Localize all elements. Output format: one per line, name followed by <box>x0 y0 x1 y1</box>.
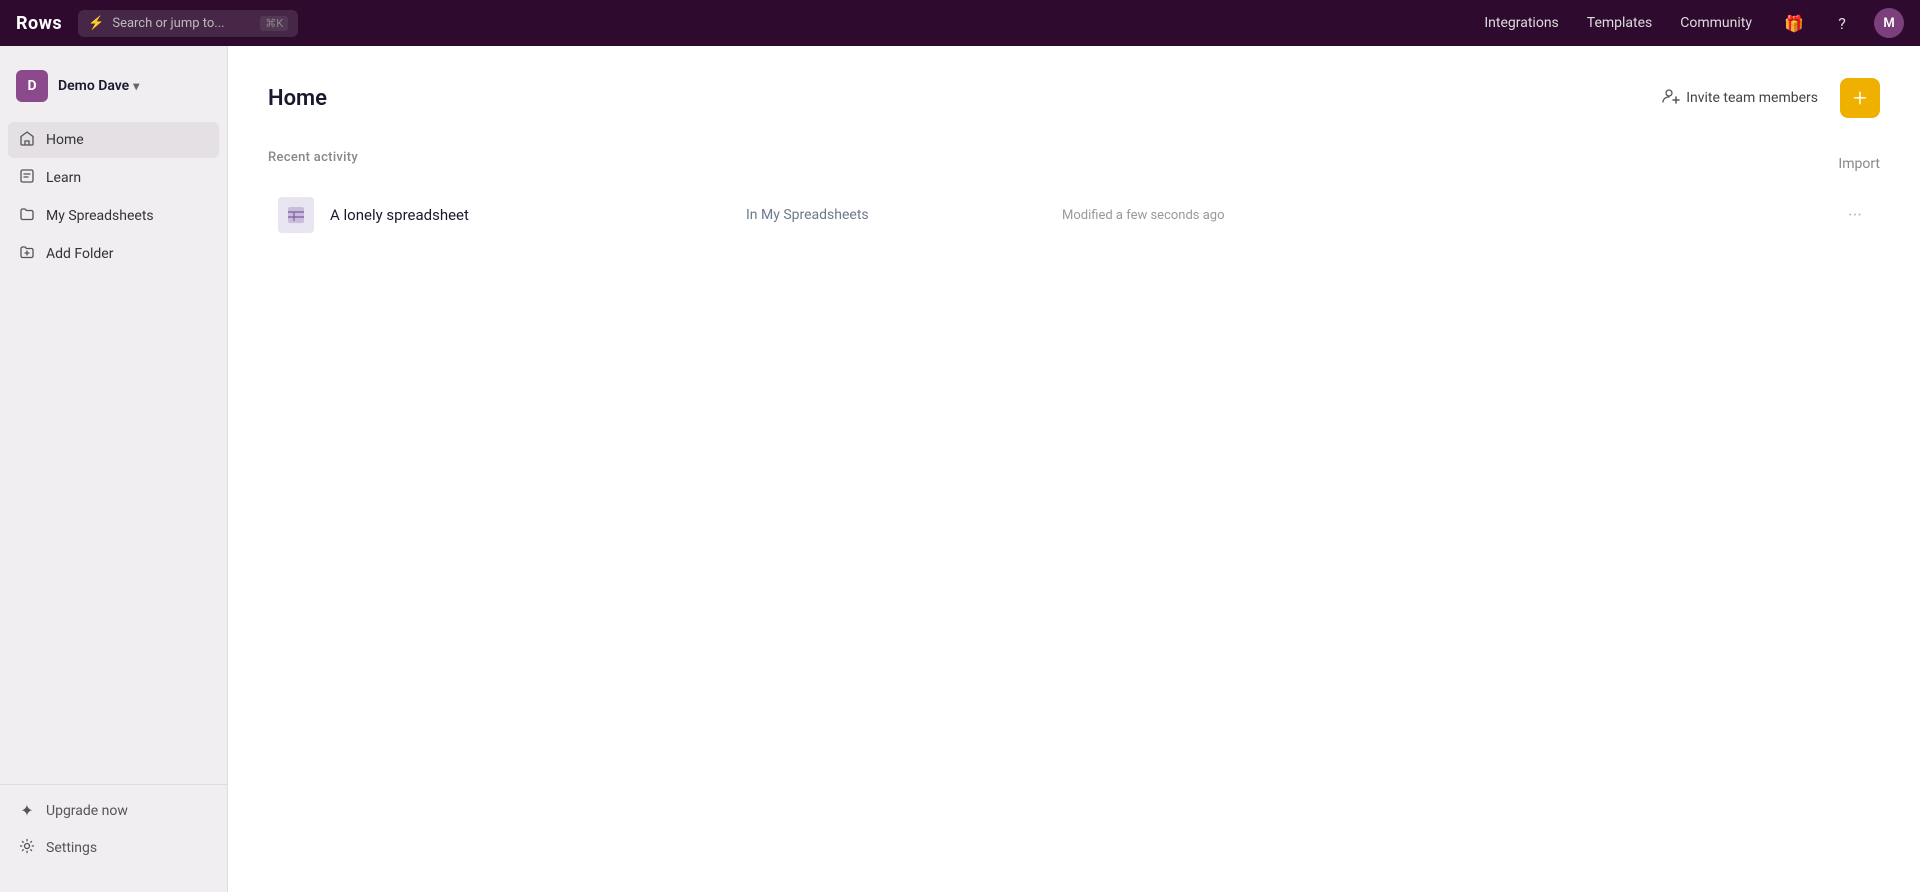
upgrade-icon: ✦ <box>18 801 36 820</box>
settings-icon <box>18 838 36 858</box>
home-icon <box>18 130 36 150</box>
invite-icon <box>1662 87 1680 109</box>
more-options-button[interactable]: ··· <box>1840 201 1870 230</box>
chevron-down-icon: ▾ <box>133 79 139 93</box>
page-title: Home <box>268 86 327 111</box>
sidebar-bottom: ✦ Upgrade now Settings <box>0 784 227 876</box>
table-row[interactable]: A lonely spreadsheet In My Spreadsheets … <box>268 185 1880 245</box>
nav-templates[interactable]: Templates <box>1577 11 1663 35</box>
learn-icon <box>18 168 36 188</box>
sidebar-user-avatar: D <box>16 70 48 102</box>
sidebar-user[interactable]: D Demo Dave ▾ <box>0 62 227 118</box>
sidebar: D Demo Dave ▾ Home <box>0 46 228 892</box>
spreadsheet-list: A lonely spreadsheet In My Spreadsheets … <box>268 185 1880 245</box>
plus-icon: + <box>1853 86 1867 110</box>
sidebar-item-home[interactable]: Home <box>8 122 219 158</box>
main-layout: D Demo Dave ▾ Home <box>0 46 1920 892</box>
sidebar-item-learn[interactable]: Learn <box>8 160 219 196</box>
folder-icon <box>18 206 36 226</box>
sidebar-item-upgrade[interactable]: ✦ Upgrade now <box>8 793 219 828</box>
spreadsheet-icon <box>278 197 314 233</box>
header-actions: Invite team members + <box>1652 78 1880 118</box>
app-logo: Rows <box>16 13 62 34</box>
search-icon: ⚡ <box>88 16 104 31</box>
add-folder-icon <box>18 244 36 264</box>
content-header: Home Invite team members + <box>268 78 1880 118</box>
search-kbd: ⌘K <box>260 16 288 31</box>
invite-label: Invite team members <box>1686 90 1818 106</box>
sidebar-item-my-spreadsheets[interactable]: My Spreadsheets <box>8 198 219 234</box>
search-bar[interactable]: ⚡ Search or jump to... ⌘K <box>78 10 298 37</box>
spreadsheet-location: In My Spreadsheets <box>746 207 1046 223</box>
recent-activity-label: Recent activity <box>268 150 358 165</box>
topbar-nav: Integrations Templates Community <box>1474 11 1762 35</box>
sidebar-user-name: Demo Dave ▾ <box>58 78 139 94</box>
search-placeholder: Search or jump to... <box>112 16 252 31</box>
help-icon[interactable]: ? <box>1826 7 1858 39</box>
sidebar-item-add-folder[interactable]: Add Folder <box>8 236 219 272</box>
section-header: Recent activity Import <box>268 150 1880 177</box>
spreadsheet-name: A lonely spreadsheet <box>330 206 730 224</box>
topbar: Rows ⚡ Search or jump to... ⌘K Integrati… <box>0 0 1920 46</box>
gift-icon[interactable]: 🎁 <box>1778 7 1810 39</box>
sidebar-nav: Home Learn My Spreadsheets <box>0 118 227 784</box>
spreadsheet-modified: Modified a few seconds ago <box>1062 208 1824 223</box>
content: Home Invite team members + <box>228 46 1920 892</box>
import-button[interactable]: Import <box>1838 156 1880 172</box>
avatar[interactable]: M <box>1874 8 1904 38</box>
invite-team-button[interactable]: Invite team members <box>1652 81 1828 115</box>
nav-community[interactable]: Community <box>1670 11 1762 35</box>
nav-integrations[interactable]: Integrations <box>1474 11 1568 35</box>
sidebar-item-settings[interactable]: Settings <box>8 830 219 866</box>
new-spreadsheet-button[interactable]: + <box>1840 78 1880 118</box>
